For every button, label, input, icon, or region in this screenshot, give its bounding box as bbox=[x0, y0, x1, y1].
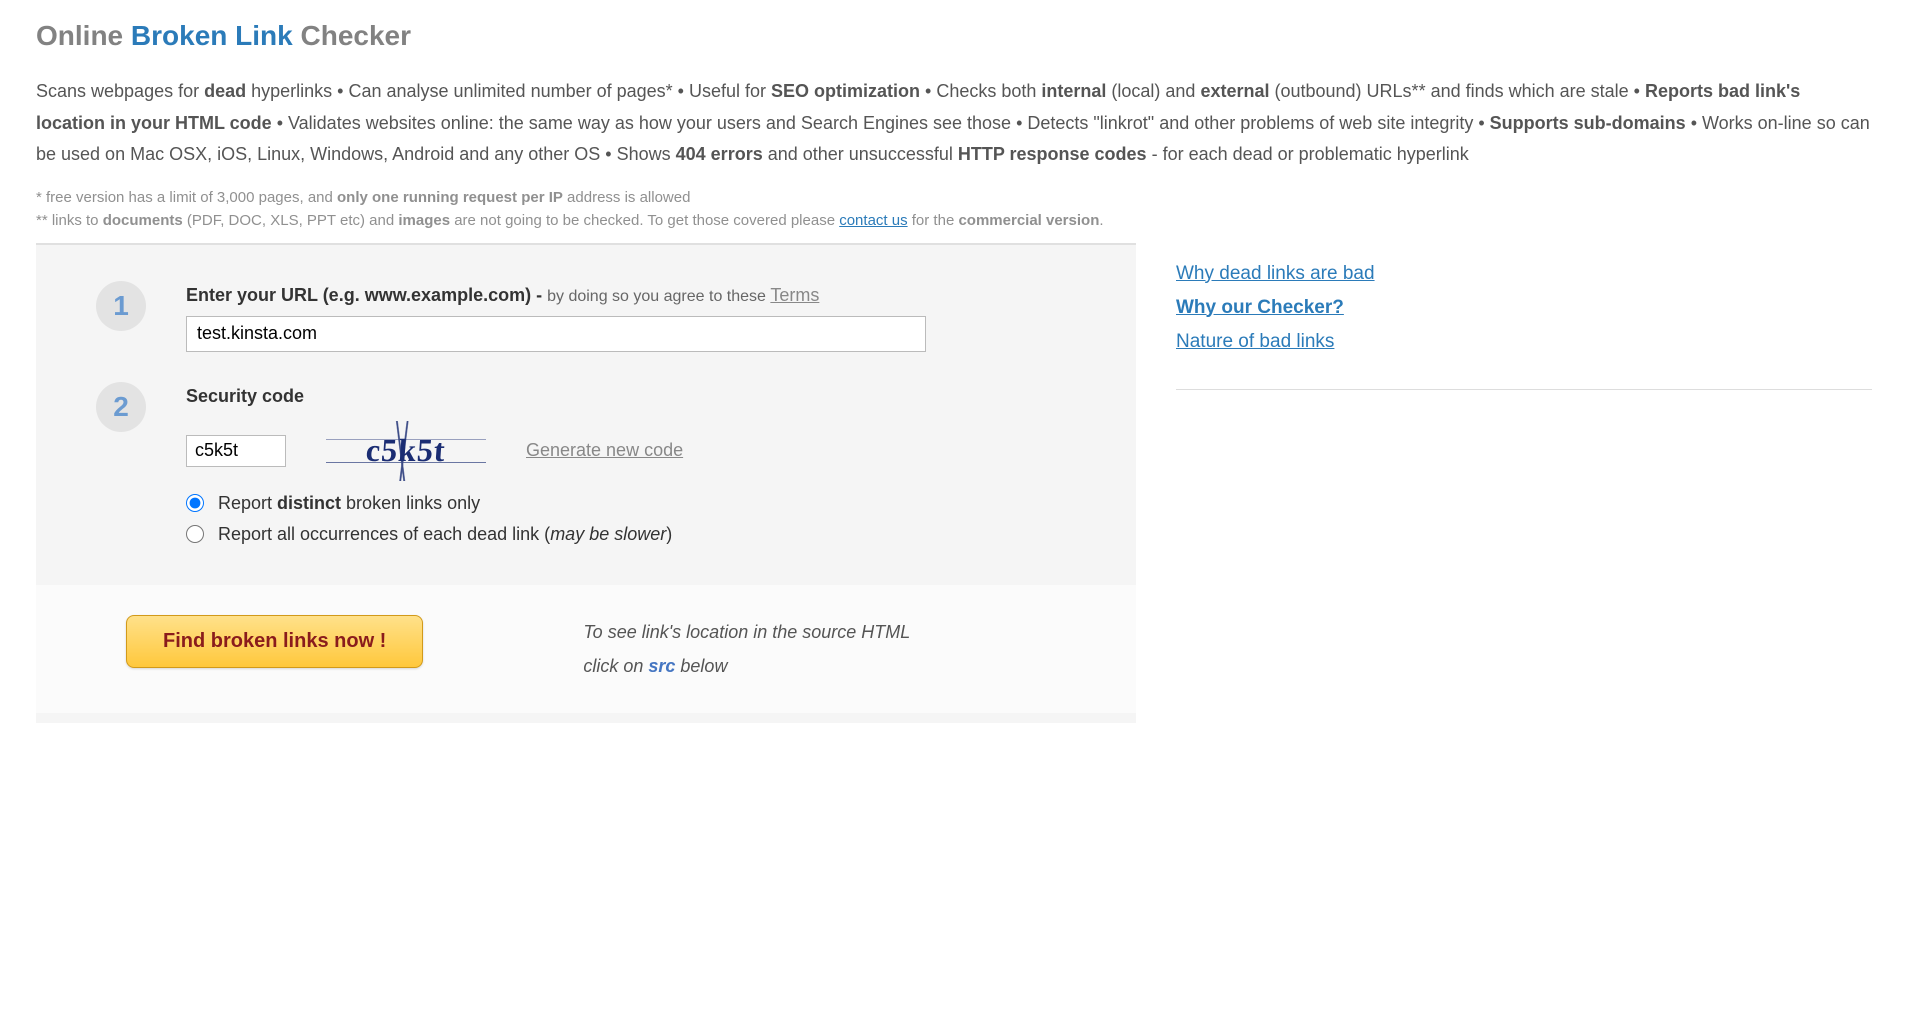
report-options: Report distinct broken links only Report… bbox=[186, 493, 1076, 545]
generate-new-code-link[interactable]: Generate new code bbox=[526, 440, 683, 461]
radio-distinct-links[interactable]: Report distinct broken links only bbox=[186, 493, 1076, 514]
title-part-3: Checker bbox=[293, 20, 411, 51]
security-code-input[interactable] bbox=[186, 435, 286, 467]
page-title: Online Broken Link Checker bbox=[36, 20, 1872, 52]
title-part-1: Online bbox=[36, 20, 131, 51]
contact-us-link[interactable]: contact us bbox=[839, 212, 907, 229]
src-hint: To see link's location in the source HTM… bbox=[583, 615, 910, 683]
submit-row: Find broken links now ! To see link's lo… bbox=[36, 585, 1136, 713]
footnote-1: * free version has a limit of 3,000 page… bbox=[36, 189, 1872, 206]
step-number-1: 1 bbox=[96, 281, 146, 331]
title-part-highlight: Broken Link bbox=[131, 20, 293, 51]
radio-distinct-input[interactable] bbox=[186, 494, 204, 512]
radio-all-occurrences[interactable]: Report all occurrences of each dead link… bbox=[186, 524, 1076, 545]
sidebar-links: Why dead links are bad Why our Checker? … bbox=[1176, 263, 1872, 390]
url-label: Enter your URL (e.g. www.example.com) - … bbox=[186, 285, 1076, 306]
find-broken-links-button[interactable]: Find broken links now ! bbox=[126, 615, 423, 668]
step-1: 1 Enter your URL (e.g. www.example.com) … bbox=[96, 281, 1076, 352]
sidebar-link-why-checker[interactable]: Why our Checker? bbox=[1176, 297, 1872, 319]
description-paragraph: Scans webpages for dead hyperlinks • Can… bbox=[36, 76, 1872, 171]
captcha-image: c5k5t bbox=[326, 421, 486, 481]
sidebar-link-why-bad[interactable]: Why dead links are bad bbox=[1176, 263, 1872, 285]
sidebar-link-nature[interactable]: Nature of bad links bbox=[1176, 331, 1872, 353]
url-input[interactable] bbox=[186, 316, 926, 352]
sidebar: Why dead links are bad Why our Checker? … bbox=[1176, 243, 1872, 723]
radio-all-input[interactable] bbox=[186, 525, 204, 543]
step-number-2: 2 bbox=[96, 382, 146, 432]
terms-link[interactable]: Terms bbox=[770, 285, 819, 305]
form-panel: 1 Enter your URL (e.g. www.example.com) … bbox=[36, 243, 1136, 723]
step-2: 2 Security code c5k5t Generate new code … bbox=[96, 382, 1076, 555]
footnote-2: ** links to documents (PDF, DOC, XLS, PP… bbox=[36, 212, 1872, 229]
security-code-label: Security code bbox=[186, 386, 1076, 407]
